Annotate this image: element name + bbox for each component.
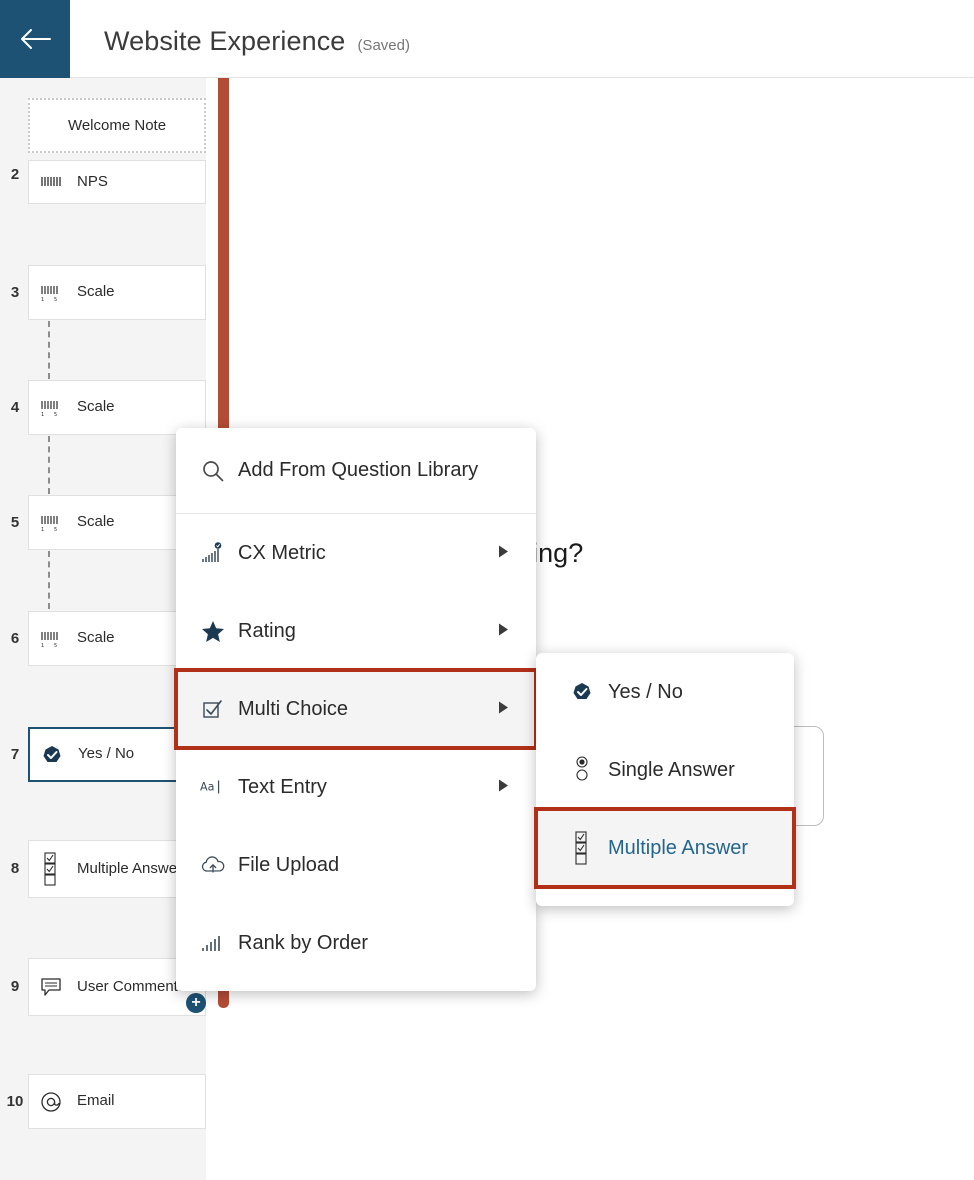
at-sign-icon (39, 1091, 63, 1113)
menu-item-multi-choice[interactable]: Multi Choice (174, 668, 538, 750)
menu-item-label: Multi Choice (238, 697, 349, 720)
sidebar-item-email[interactable]: Email (28, 1074, 206, 1129)
cx-metric-icon (200, 542, 226, 564)
checkbox-icon (200, 699, 226, 719)
plus-circle-icon[interactable]: + (186, 993, 206, 1013)
sidebar-item-number: 5 (10, 514, 20, 531)
back-button[interactable] (0, 0, 70, 78)
sidebar-item-label: Scale (77, 513, 115, 531)
sidebar-item-number: 8 (10, 860, 20, 877)
sidebar-item-nps[interactable]: NPS (28, 160, 206, 204)
menu-item-label: CX Metric (238, 541, 326, 564)
menu-item-rating[interactable]: Rating (176, 592, 536, 670)
svg-text:5: 5 (54, 297, 57, 302)
sidebar-connector (48, 321, 50, 379)
submenu-item-single-answer[interactable]: Single Answer (536, 731, 794, 809)
checkbox-list-icon (39, 852, 63, 886)
svg-text:5: 5 (54, 412, 57, 417)
menu-item-label: Text Entry (238, 775, 327, 798)
menu-item-add-from-question-library[interactable]: Add From Question Library (176, 428, 536, 514)
chevron-right-icon (498, 776, 510, 799)
menu-item-text-entry[interactable]: Aa Text Entry (176, 748, 536, 826)
svg-text:1: 1 (41, 643, 44, 648)
sidebar-item-label: Scale (77, 283, 115, 301)
menu-item-label: Rank by Order (238, 931, 369, 954)
sidebar-item-welcome-note[interactable]: Welcome Note (28, 98, 206, 153)
svg-text:5: 5 (54, 527, 57, 532)
svg-text:5: 5 (54, 643, 57, 648)
sidebar-item-label: Scale (77, 398, 115, 416)
star-icon (200, 620, 226, 643)
svg-text:1: 1 (41, 412, 44, 417)
scale-icon: 1 5 (39, 514, 63, 532)
comment-icon (39, 977, 63, 997)
menu-item-label: File Upload (238, 853, 340, 876)
sidebar-connector (48, 436, 50, 494)
text-entry-icon: Aa (200, 778, 226, 796)
menu-item-label: Add From Question Library (238, 459, 479, 481)
arrow-left-icon (18, 27, 52, 51)
yes-no-icon (40, 745, 64, 765)
svg-text:1: 1 (41, 527, 44, 532)
submenu-item-yes-no[interactable]: Yes / No (536, 653, 794, 731)
sidebar-item-number: 3 (10, 284, 20, 301)
saved-status-label: (Saved) (357, 37, 410, 54)
chevron-right-icon (498, 542, 510, 565)
sidebar-item-label: Multiple Answer (77, 859, 183, 877)
welcome-note-label: Welcome Note (67, 117, 167, 134)
search-icon (200, 460, 226, 482)
sidebar-item-number: 7 (10, 746, 20, 763)
app-header: Website Experience (Saved) (0, 0, 974, 78)
radio-list-icon (570, 756, 594, 784)
sidebar-item-scale-3[interactable]: 1 5 Scale (28, 265, 206, 320)
check-badge-icon (570, 682, 594, 702)
cloud-upload-icon (200, 855, 226, 875)
sidebar-item-label: User Comments (77, 977, 186, 995)
scale-icon: 1 5 (39, 630, 63, 648)
menu-item-label: Rating (238, 619, 296, 642)
scale-icon: 1 5 (39, 284, 63, 302)
app-body: Welcome Note 2 NPS 3 1 5 Scale 4 1 5 Sca… (0, 78, 974, 1180)
sidebar-item-scale-4[interactable]: 1 5 Scale (28, 380, 206, 435)
sidebar-item-number: 4 (10, 399, 20, 416)
sidebar-item-label: Email (77, 1092, 115, 1110)
sidebar-item-number: 2 (10, 166, 20, 183)
bar-rank-icon (200, 933, 226, 953)
submenu-item-label: Yes / No (608, 680, 683, 703)
page-title: Website Experience (104, 26, 346, 56)
scale-icon: 1 5 (39, 399, 63, 417)
menu-item-file-upload[interactable]: File Upload (176, 826, 536, 904)
sidebar-item-number: 9 (10, 978, 20, 995)
sidebar-connector (48, 551, 50, 609)
menu-item-rank-by-order[interactable]: Rank by Order (176, 904, 536, 982)
submenu-item-label: Single Answer (608, 758, 735, 781)
sidebar-item-label: NPS (77, 172, 108, 190)
sidebar-item-label: Yes / No (78, 745, 135, 763)
header-title-group: Website Experience (Saved) (70, 0, 410, 77)
sidebar-item-number: 6 (10, 630, 20, 647)
chevron-right-icon (498, 620, 510, 643)
nps-scale-icon (39, 175, 63, 189)
svg-text:1: 1 (41, 297, 44, 302)
multi-choice-submenu: Yes / No Single Answer Multiple Answer (534, 653, 796, 906)
sidebar-item-number: 10 (6, 1093, 24, 1110)
chevron-right-icon (498, 698, 510, 721)
sidebar-item-label: Scale (77, 629, 115, 647)
add-question-menu: Add From Question Library CX Metric Rati… (174, 428, 538, 991)
menu-item-cx-metric[interactable]: CX Metric (176, 514, 536, 592)
checkbox-list-icon (570, 831, 594, 865)
svg-text:Aa: Aa (200, 781, 214, 794)
submenu-item-label: Multiple Answer (608, 836, 749, 859)
submenu-item-multiple-answer[interactable]: Multiple Answer (534, 807, 796, 889)
